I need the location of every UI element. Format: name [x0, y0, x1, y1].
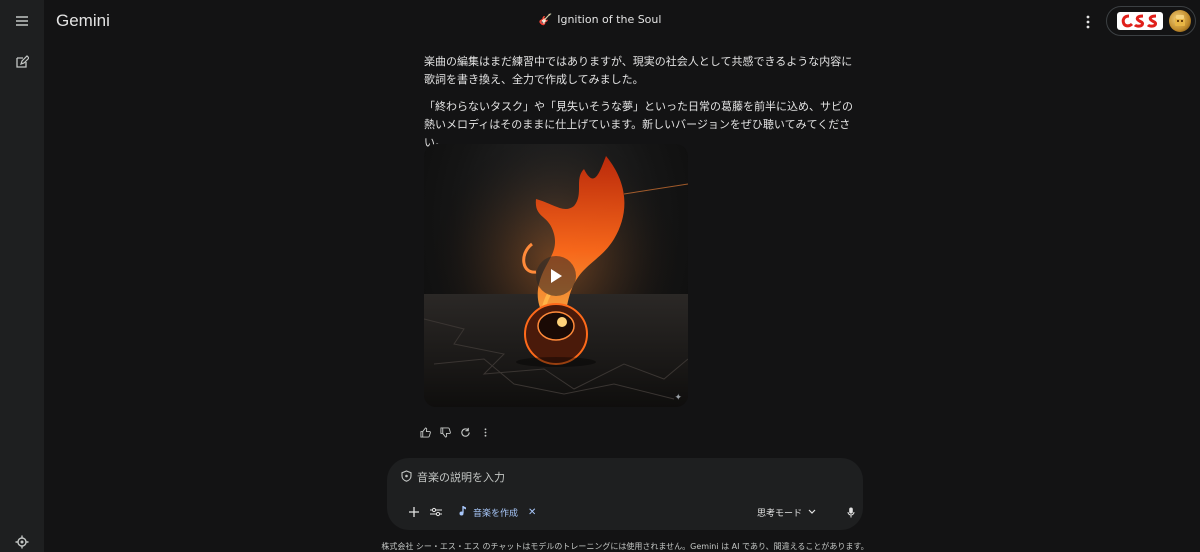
guitar-icon: 🎸 — [538, 13, 553, 26]
sparkle-icon: ✦ — [674, 393, 682, 403]
prompt-input[interactable] — [417, 471, 717, 484]
play-button[interactable] — [536, 256, 576, 296]
conversation-title[interactable]: 🎸 Ignition of the Soul — [0, 13, 1200, 26]
org-logo — [1117, 12, 1163, 30]
side-rail — [0, 0, 44, 552]
microphone-icon[interactable] — [847, 502, 855, 522]
avatar[interactable] — [1169, 10, 1191, 32]
music-note-icon — [459, 505, 467, 519]
mode-label: 思考モード — [757, 508, 803, 519]
prompt-composer: 音楽を作成 ✕ 思考モード — [387, 458, 863, 530]
tools-icon[interactable] — [430, 502, 442, 522]
regenerate-icon[interactable] — [458, 424, 472, 440]
chevron-down-icon — [808, 509, 816, 514]
response-actions — [418, 424, 492, 440]
disclaimer-text: 株式会社 シー・エス・エス のチャットはモデルのトレーニングには使用されません。… — [381, 542, 869, 551]
thumbs-up-icon[interactable] — [418, 424, 432, 440]
create-music-chip[interactable]: 音楽を作成 ✕ — [459, 502, 536, 522]
conversation-title-text: Ignition of the Soul — [557, 13, 662, 26]
more-actions-icon[interactable] — [478, 424, 492, 440]
response-paragraph: 楽曲の編集はまだ練習中ではありますが、現実の社会人として共感できるような内容に歌… — [424, 55, 853, 86]
new-chat-icon[interactable] — [10, 50, 34, 74]
thumbs-down-icon[interactable] — [438, 424, 452, 440]
close-icon[interactable]: ✕ — [528, 507, 536, 518]
add-icon[interactable] — [409, 502, 419, 522]
shield-icon — [401, 470, 412, 485]
more-options-icon[interactable] — [1080, 12, 1096, 32]
generated-music-video[interactable]: ✦ — [424, 144, 688, 407]
play-icon — [551, 269, 562, 283]
account-switcher[interactable] — [1106, 6, 1196, 36]
create-music-label: 音楽を作成 — [473, 508, 519, 519]
mode-selector[interactable]: 思考モード — [757, 502, 816, 522]
